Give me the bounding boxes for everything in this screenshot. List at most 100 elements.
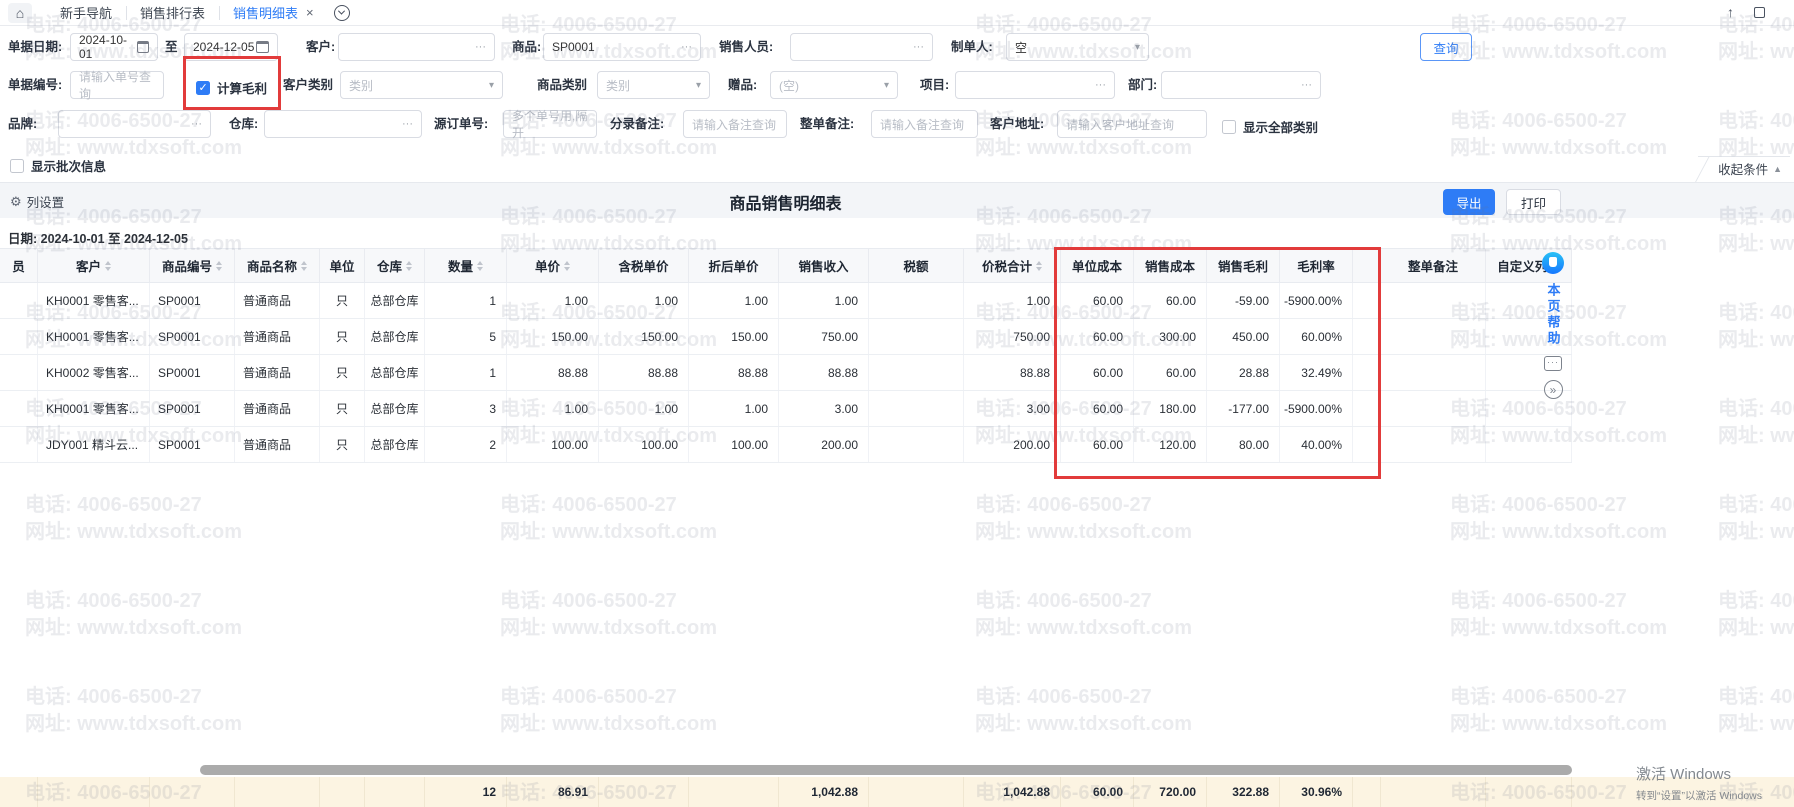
watermark-text: 电话: 4006-6500-27网址: www.tdxsoft.com	[1718, 396, 1794, 450]
home-icon[interactable]: ⌂	[8, 3, 32, 23]
header-label: 单价	[535, 256, 560, 275]
brand-input[interactable]	[58, 110, 211, 138]
collapse-conditions-label: 收起条件	[1718, 159, 1768, 178]
product-category-select[interactable]: 类别	[597, 71, 710, 99]
date-from-input[interactable]: 2024-10-01	[70, 33, 158, 61]
table-cell: 只	[320, 391, 365, 426]
table-cell: 60.00	[1061, 427, 1134, 462]
table-cell: 60.00%	[1280, 319, 1353, 354]
header-cell[interactable]: 价税合计	[964, 249, 1061, 282]
date-from-value: 2024-10-01	[79, 33, 137, 61]
table-row[interactable]: KH0001 零售客...SP0001普通商品只总部仓库11.001.001.0…	[0, 283, 1572, 319]
tab-dropdown-icon[interactable]	[334, 5, 350, 21]
table-cell: 60.00	[1061, 391, 1134, 426]
checkbox-icon[interactable]	[10, 159, 24, 173]
table-cell: 1.00	[689, 283, 779, 318]
watermark-text: 电话: 4006-6500-27网址: www.tdxsoft.com	[1450, 108, 1667, 162]
table-cell: 总部仓库	[365, 283, 425, 318]
table-cell: 60.00	[1061, 355, 1134, 390]
warehouse-input[interactable]	[264, 110, 422, 138]
header-cell[interactable]: 仓库	[365, 249, 425, 282]
tab-3[interactable]: 销售明细表×	[219, 0, 328, 26]
product-input[interactable]: SP0001	[543, 33, 701, 61]
header-cell[interactable]: 单价	[507, 249, 599, 282]
salesperson-input[interactable]	[790, 33, 933, 61]
header-cell[interactable]: 商品编号	[150, 249, 235, 282]
orderno-input[interactable]: 请输入单号查询	[70, 71, 164, 99]
export-button[interactable]: 导出	[1443, 189, 1495, 215]
checkbox-icon[interactable]	[1222, 120, 1236, 134]
print-button[interactable]: 打印	[1506, 189, 1561, 215]
sort-icon[interactable]	[216, 261, 222, 271]
customer-category-value: 类别	[349, 77, 373, 94]
header-cell[interactable]: 商品名称	[235, 249, 320, 282]
table-cell: 88.88	[507, 355, 599, 390]
tab-2[interactable]: 销售排行表	[126, 0, 219, 26]
sort-icon[interactable]	[105, 261, 111, 271]
checkbox-checked-icon[interactable]	[196, 81, 210, 95]
table-cell	[1381, 283, 1486, 318]
department-label: 部门:	[1128, 71, 1157, 99]
address-input[interactable]: 请输入客户地址查询	[1057, 110, 1207, 138]
entry-note-input[interactable]: 请输入备注查询	[683, 110, 787, 138]
collapse-panel-icon[interactable]: »	[1544, 380, 1563, 399]
feedback-chat-icon[interactable]: ···	[1544, 356, 1562, 371]
table-cell: 1.00	[507, 391, 599, 426]
sort-icon[interactable]	[301, 261, 307, 271]
summary-cell	[38, 777, 150, 807]
table-cell: 1.00	[507, 283, 599, 318]
header-cell[interactable]: 客户	[38, 249, 150, 282]
table-row[interactable]: JDY001 精斗云...SP0001普通商品只总部仓库2100.00100.0…	[0, 427, 1572, 463]
table-cell: 450.00	[1207, 319, 1280, 354]
calendar-icon[interactable]	[256, 41, 269, 53]
sort-icon[interactable]	[406, 261, 412, 271]
brand-label: 品牌:	[8, 110, 37, 138]
horizontal-scrollbar[interactable]	[200, 765, 1572, 775]
customer-category-select[interactable]: 类别	[340, 71, 503, 99]
table-cell	[0, 319, 38, 354]
summary-cell: 12	[425, 777, 507, 807]
show-batch-checkbox[interactable]: 显示批次信息	[10, 156, 106, 175]
summary-cell	[320, 777, 365, 807]
fullscreen-icon[interactable]	[1754, 7, 1765, 18]
source-order-label: 源订单号:	[434, 110, 488, 138]
header-cell: 销售收入	[779, 249, 869, 282]
table-cell: 总部仓库	[365, 355, 425, 390]
table-cell: 普通商品	[235, 283, 320, 318]
department-input[interactable]	[1161, 71, 1321, 99]
watermark-text: 电话: 4006-6500-27网址: www.tdxsoft.com	[1450, 492, 1667, 546]
calendar-icon[interactable]	[137, 41, 149, 53]
show-all-category-checkbox[interactable]: 显示全部类别	[1222, 117, 1318, 136]
customer-input[interactable]	[338, 33, 495, 61]
summary-cell	[0, 777, 38, 807]
table-cell: 88.88	[779, 355, 869, 390]
maker-label: 制单人:	[951, 33, 993, 61]
help-avatar-icon[interactable]	[1542, 252, 1564, 274]
order-note-input[interactable]: 请输入备注查询	[871, 110, 978, 138]
sort-icon[interactable]	[1036, 261, 1042, 271]
calc-profit-checkbox[interactable]: 计算毛利	[196, 78, 267, 97]
collapse-conditions-button[interactable]: 收起条件 ▲	[1698, 156, 1790, 180]
project-input[interactable]	[955, 71, 1115, 99]
source-order-input[interactable]: 多个单号用,隔开	[503, 110, 597, 138]
table-row[interactable]: KH0001 零售客...SP0001普通商品只总部仓库31.001.001.0…	[0, 391, 1572, 427]
sort-icon[interactable]	[477, 261, 483, 271]
header-label: 单位成本	[1072, 256, 1122, 275]
header-cell: 单位	[320, 249, 365, 282]
scroll-top-icon[interactable]: ↑	[1727, 4, 1734, 20]
tab-1[interactable]: 新手导航	[46, 0, 126, 26]
header-cell[interactable]: 数量	[425, 249, 507, 282]
close-icon[interactable]: ×	[306, 5, 314, 20]
maker-select[interactable]: 空	[1006, 33, 1149, 61]
page-help-button[interactable]: 本页帮助	[1544, 283, 1563, 347]
summary-cell	[869, 777, 964, 807]
customer-label: 客户:	[306, 33, 335, 61]
report-date-range: 日期: 2024-10-01 至 2024-12-05	[8, 228, 188, 247]
gift-select[interactable]: (空)	[770, 71, 898, 99]
date-to-input[interactable]: 2024-12-05	[184, 33, 278, 61]
product-value: SP0001	[552, 40, 595, 54]
sort-icon[interactable]	[564, 261, 570, 271]
query-button[interactable]: 查询	[1420, 33, 1472, 61]
table-row[interactable]: KH0001 零售客...SP0001普通商品只总部仓库5150.00150.0…	[0, 319, 1572, 355]
table-row[interactable]: KH0002 零售客...SP0001普通商品只总部仓库188.8888.888…	[0, 355, 1572, 391]
